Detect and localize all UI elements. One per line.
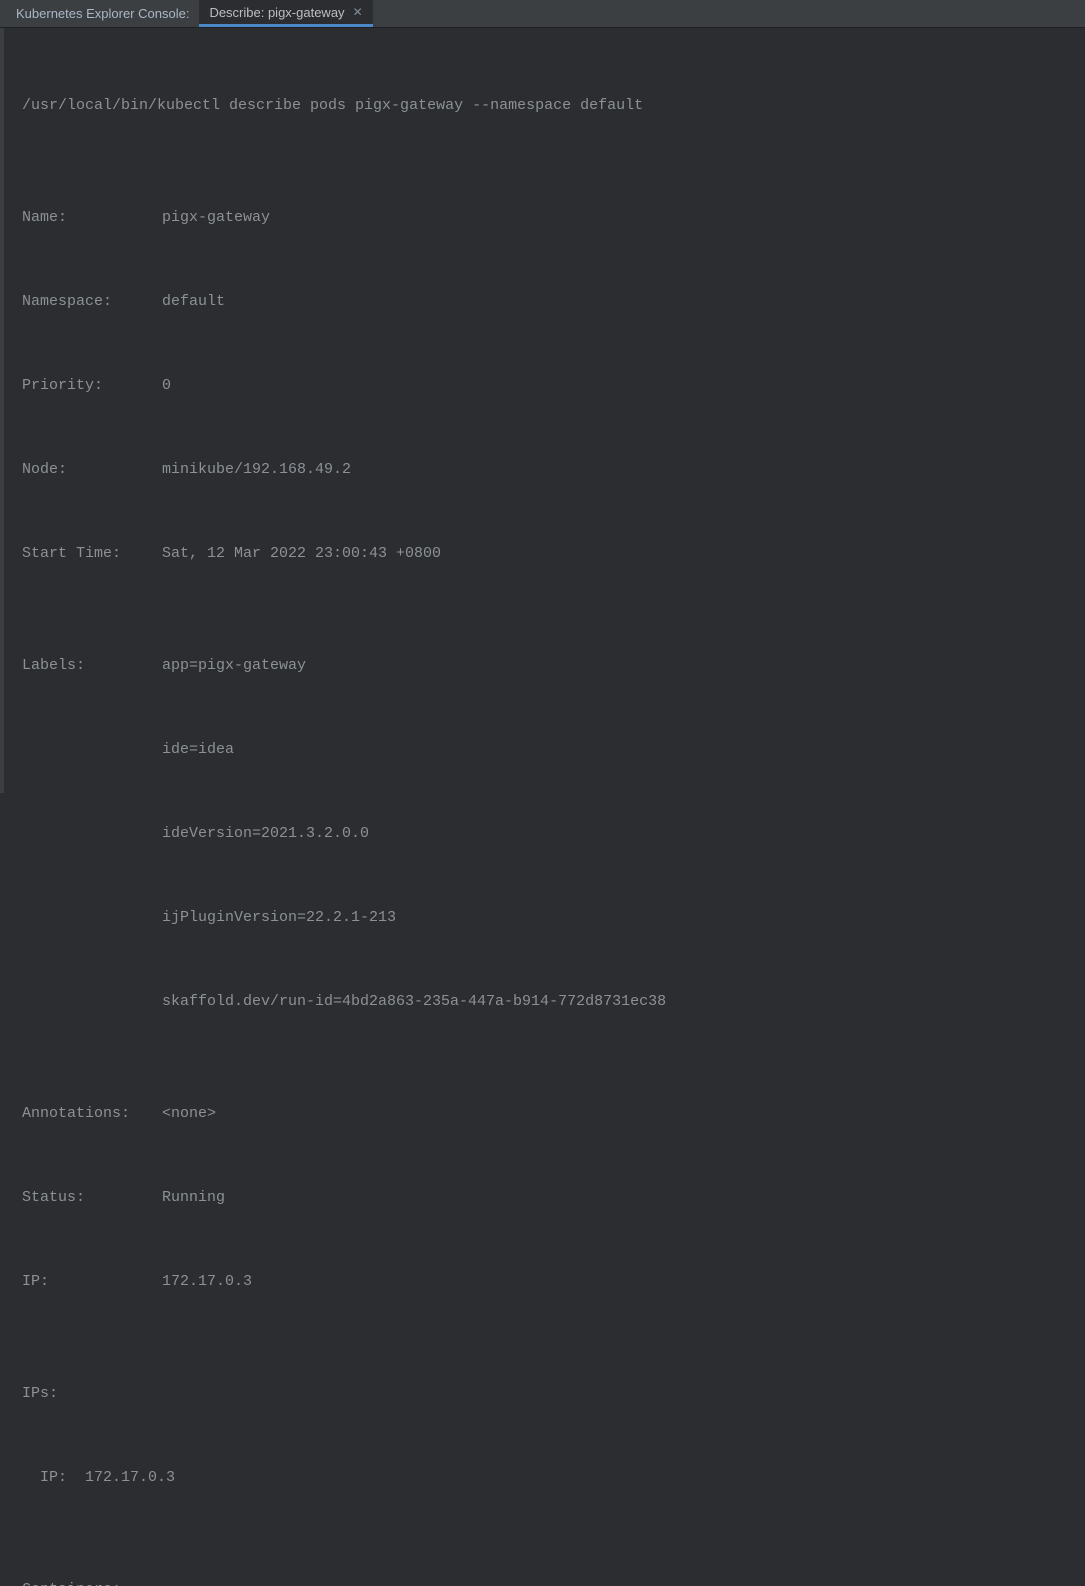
- field-node: Node:minikube/192.168.49.2: [22, 456, 1075, 484]
- tab-describe-label: Describe: pigx-gateway: [209, 5, 344, 20]
- label-value: ide=idea: [22, 736, 1075, 764]
- close-icon[interactable]: ✕: [353, 5, 363, 19]
- tab-bar: Kubernetes Explorer Console: Describe: p…: [0, 0, 1085, 28]
- field-containers: Containers:: [22, 1576, 1075, 1586]
- tab-describe[interactable]: Describe: pigx-gateway ✕: [199, 0, 372, 27]
- field-start-time: Start Time:Sat, 12 Mar 2022 23:00:43 +08…: [22, 540, 1075, 568]
- field-annotations: Annotations:<none>: [22, 1100, 1075, 1128]
- ips-entry: IP: 172.17.0.3: [22, 1464, 1075, 1492]
- label-value: ideVersion=2021.3.2.0.0: [22, 820, 1075, 848]
- field-priority: Priority:0: [22, 372, 1075, 400]
- field-namespace: Namespace:default: [22, 288, 1075, 316]
- gutter: [0, 28, 4, 793]
- field-name: Name:pigx-gateway: [22, 204, 1075, 232]
- console-output: /usr/local/bin/kubectl describe pods pig…: [0, 28, 1085, 1586]
- field-ip: IP:172.17.0.3: [22, 1268, 1075, 1296]
- tab-console-label: Kubernetes Explorer Console:: [16, 6, 189, 21]
- label-value: ijPluginVersion=22.2.1-213: [22, 904, 1075, 932]
- command-line: /usr/local/bin/kubectl describe pods pig…: [22, 92, 1075, 120]
- label-value: skaffold.dev/run-id=4bd2a863-235a-447a-b…: [22, 988, 1075, 1016]
- field-labels: Labels:app=pigx-gateway: [22, 652, 1075, 680]
- tab-console[interactable]: Kubernetes Explorer Console:: [6, 0, 199, 27]
- field-status: Status:Running: [22, 1184, 1075, 1212]
- field-ips: IPs:: [22, 1380, 1075, 1408]
